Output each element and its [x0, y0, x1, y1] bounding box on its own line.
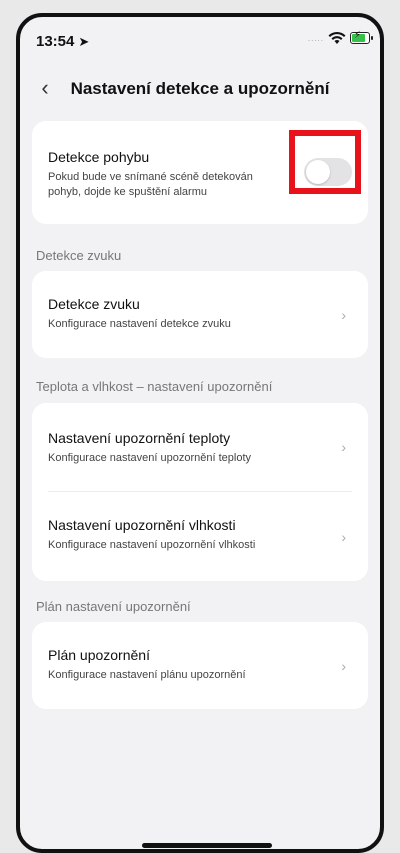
battery-charging-icon: ⚡ [350, 30, 373, 44]
chevron-right-icon: › [341, 439, 346, 455]
chevron-right-icon: › [341, 306, 346, 323]
motion-detection-description: Pokud bude ve snímané scéně detekován po… [48, 171, 253, 198]
home-indicator [142, 843, 272, 848]
sound-detection-card: Detekce zvuku Konfigurace nastavení dete… [32, 271, 368, 358]
alert-plan-description: Konfigurace nastavení plánu upozornění [48, 669, 246, 681]
nav-header: ‹ Nastavení detekce a upozornění [20, 69, 380, 109]
section-header-plan: Plán nastavení upozornění [36, 599, 191, 614]
alert-plan-title: Plán upozornění [48, 647, 150, 663]
wifi-icon [328, 31, 346, 44]
status-bar: 13:54 ➤ ..... ⚡ [20, 17, 380, 65]
sound-detection-title: Detekce zvuku [48, 296, 140, 312]
location-arrow-icon: ➤ [78, 34, 90, 49]
humidity-alert-description: Konfigurace nastavení upozornění vlhkost… [48, 539, 256, 551]
temperature-humidity-card: Nastavení upozornění teploty Konfigurace… [32, 403, 368, 581]
section-header-temperature: Teplota a vlhkost – nastavení upozornění [36, 379, 273, 394]
chevron-right-icon: › [341, 657, 346, 674]
temperature-alert-description: Konfigurace nastavení upozornění teploty [48, 452, 252, 464]
page-title: Nastavení detekce a upozornění [70, 79, 330, 98]
humidity-alert-row[interactable]: Nastavení upozornění vlhkosti Konfigurac… [32, 492, 368, 581]
humidity-alert-title: Nastavení upozornění vlhkosti [48, 517, 236, 533]
section-header-sound: Detekce zvuku [36, 248, 122, 263]
motion-detection-title: Detekce pohybu [48, 149, 150, 165]
status-time: 13:54 ➤ [36, 33, 89, 50]
sound-detection-row[interactable]: Detekce zvuku Konfigurace nastavení dete… [32, 271, 368, 358]
alert-plan-row[interactable]: Plán upozornění Konfigurace nastavení pl… [32, 622, 368, 709]
temperature-alert-row[interactable]: Nastavení upozornění teploty Konfigurace… [32, 403, 368, 491]
temperature-alert-title: Nastavení upozornění teploty [48, 430, 231, 446]
status-icons: ..... ⚡ [307, 30, 373, 45]
chevron-right-icon: › [341, 528, 346, 545]
signal-dots: ..... [307, 33, 324, 43]
time-text: 13:54 [36, 33, 75, 50]
highlight-box [289, 130, 361, 194]
sound-detection-description: Konfigurace nastavení detekce zvuku [48, 318, 231, 330]
alert-plan-card: Plán upozornění Konfigurace nastavení pl… [32, 622, 368, 709]
